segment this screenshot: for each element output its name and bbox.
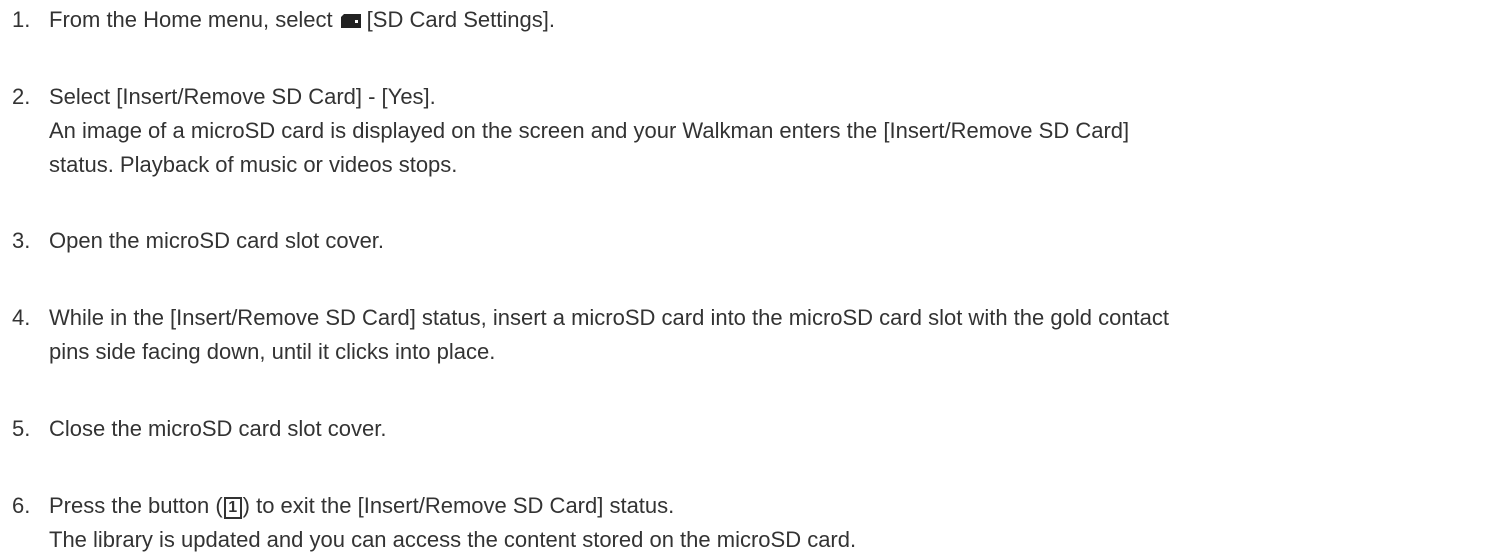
step-number: 5. xyxy=(12,416,31,441)
step-2-line-2: An image of a microSD card is displayed … xyxy=(49,118,1130,143)
step-number: 6. xyxy=(12,493,31,518)
step-number: 4. xyxy=(12,305,31,330)
step-4-line-1: While in the [Insert/Remove SD Card] sta… xyxy=(49,305,1170,330)
step-1-text-a: From the Home menu, select xyxy=(49,7,333,32)
step-5-line-1: Close the microSD card slot cover. xyxy=(49,416,387,441)
step-6-line-1: Press the button (1) to exit the [Insert… xyxy=(49,493,674,519)
step-4-line-2: pins side facing down, until it clicks i… xyxy=(49,339,496,364)
step-2-line-1: Select [Insert/Remove SD Card] - [Yes]. xyxy=(49,84,436,109)
step-number: 2. xyxy=(12,84,31,109)
step-3-line-1: Open the microSD card slot cover. xyxy=(49,228,385,253)
step-6-text-b: ) to exit the [Insert/Remove SD Card] st… xyxy=(242,493,675,518)
button-1-icon: 1 xyxy=(223,497,242,519)
step-1-text-b: [SD Card Settings]. xyxy=(366,7,555,32)
step-number: 3. xyxy=(12,228,31,253)
step-2-line-3: status. Playback of music or videos stop… xyxy=(49,152,458,177)
step-6-line-2: The library is updated and you can acces… xyxy=(49,527,857,552)
step-1-line-1: From the Home menu, select [SD Card Setti… xyxy=(49,7,555,33)
step-6-text-a: Press the button ( xyxy=(49,493,223,518)
sd-card-icon xyxy=(340,14,361,28)
instruction-steps: 1. From the Home menu, select [SD Card Se… xyxy=(0,0,1504,556)
step-number: 1. xyxy=(12,7,31,32)
